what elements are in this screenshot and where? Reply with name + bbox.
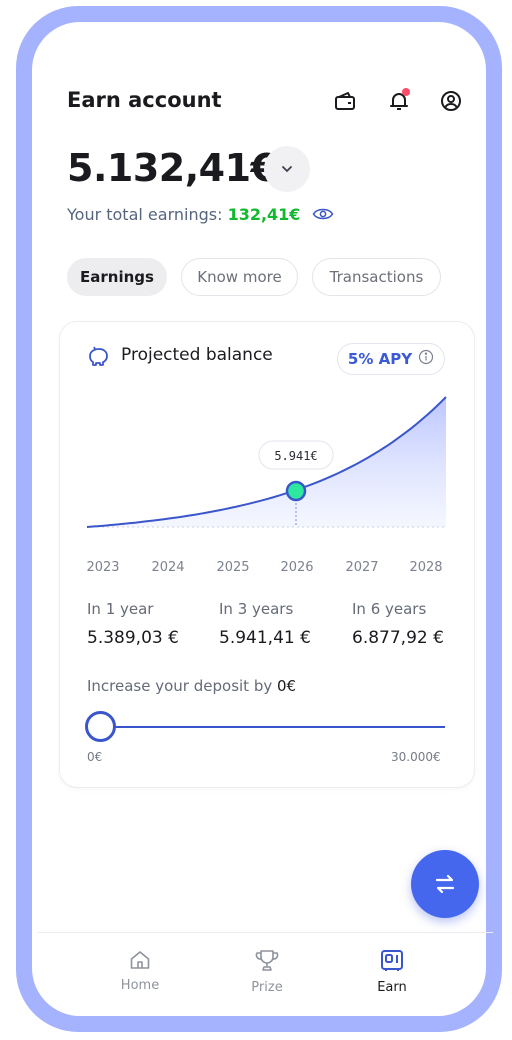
slider-max-label: 30.000€	[391, 750, 441, 764]
stat-6-years-value: 6.877,92 €	[352, 628, 444, 648]
projection-chart: 5.941€ 2023 2024 2025 2026 2027 2028	[86, 396, 447, 575]
year-axis: 2023 2024 2025 2026 2027 2028	[86, 560, 442, 575]
value-tooltip-text: 5.941€	[274, 449, 317, 463]
nav-prize-label: Prize	[251, 980, 283, 995]
trophy-icon	[255, 950, 279, 971]
deposit-slider-thumb[interactable]	[85, 711, 116, 742]
nav-earn-label: Earn	[377, 980, 407, 995]
slider-min-label: 0€	[87, 750, 103, 764]
year-tick-label: 2026	[280, 560, 313, 575]
year-tick-label: 2023	[86, 560, 119, 575]
transfer-button[interactable]	[411, 850, 479, 918]
nav-earn[interactable]: Earn	[352, 948, 432, 995]
stat-1-year-label: In 1 year	[87, 600, 154, 618]
deposit-label-text: Increase your deposit by	[87, 677, 273, 695]
highlight-point[interactable]	[285, 480, 307, 502]
stat-3-years-label: In 3 years	[219, 600, 294, 618]
home-icon	[130, 951, 150, 969]
stat-6-years-label: In 6 years	[352, 600, 427, 618]
safe-icon	[381, 950, 403, 971]
year-tick-label: 2028	[409, 560, 442, 575]
nav-home[interactable]: Home	[100, 948, 180, 993]
deposit-slider-track[interactable]	[100, 726, 445, 728]
stat-3-years-value: 5.941,41 €	[219, 628, 311, 648]
deposit-label: Increase your deposit by 0€	[87, 677, 296, 695]
nav-home-label: Home	[120, 978, 160, 993]
value-tooltip: 5.941€	[258, 440, 334, 470]
year-tick-label: 2027	[345, 560, 378, 575]
deposit-value: 0€	[277, 677, 297, 695]
swap-arrows-icon	[435, 874, 455, 894]
stat-1-year-value: 5.389,03 €	[87, 628, 179, 648]
year-tick-label: 2024	[151, 560, 184, 575]
nav-prize[interactable]: Prize	[227, 948, 307, 995]
year-tick-label: 2025	[216, 560, 249, 575]
